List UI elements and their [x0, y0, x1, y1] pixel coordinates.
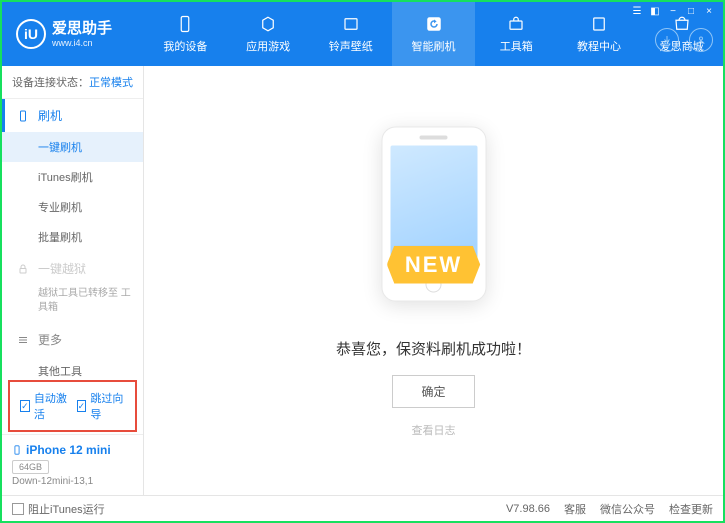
success-illustration: NEW — [339, 124, 529, 324]
new-ribbon: NEW — [387, 246, 480, 284]
download-icon[interactable] — [655, 28, 679, 52]
checkbox-label: 阻止iTunes运行 — [28, 501, 105, 517]
group-label: 一键越狱 — [38, 260, 86, 277]
more-icon — [16, 333, 30, 347]
device-model: Down-12mini-13,1 — [12, 476, 133, 487]
brand-logo-icon: iU — [16, 19, 46, 49]
nav-label: 智能刷机 — [412, 38, 456, 54]
sidebar-item-itunes[interactable]: iTunes刷机 — [2, 162, 143, 192]
nav-apps[interactable]: 应用游戏 — [227, 2, 310, 66]
group-jailbreak: 一键越狱 — [2, 252, 143, 285]
sidebar-item-oneclick[interactable]: 一键刷机 — [2, 132, 143, 162]
app-window: iU 爱思助手 www.i4.cn 我的设备 应用游戏 铃声壁纸 智能刷机 — [0, 0, 725, 523]
checkbox-icon — [12, 503, 24, 515]
refresh-icon — [424, 14, 444, 34]
maximize-icon[interactable]: □ — [683, 4, 699, 18]
checkbox-block-itunes[interactable]: 阻止iTunes运行 — [12, 501, 105, 517]
group-flash[interactable]: 刷机 — [2, 99, 143, 132]
brand-url: www.i4.cn — [52, 38, 112, 49]
footer: 阻止iTunes运行 V7.98.66 客服 微信公众号 检查更新 — [2, 495, 723, 521]
ok-button[interactable]: 确定 — [392, 375, 474, 408]
checkbox-label: 跳过向导 — [90, 390, 125, 422]
close-icon[interactable]: × — [701, 4, 717, 18]
highlighted-options: ✓自动激活 ✓跳过向导 — [8, 380, 137, 432]
brand: iU 爱思助手 www.i4.cn — [2, 2, 144, 66]
status-value: 正常模式 — [89, 77, 133, 89]
checkbox-label: 自动激活 — [34, 390, 69, 422]
nav-label: 铃声壁纸 — [329, 38, 373, 54]
wallpaper-icon — [341, 14, 361, 34]
apps-icon — [258, 14, 278, 34]
footer-link-support[interactable]: 客服 — [564, 501, 586, 517]
device-capacity: 64GB — [12, 460, 49, 474]
nav-label: 应用游戏 — [246, 38, 290, 54]
jailbreak-note: 越狱工具已转移至 工具箱 — [38, 287, 133, 315]
success-message: 恭喜您，保资料刷机成功啦！ — [336, 338, 531, 359]
checkbox-auto-activate[interactable]: ✓ 自动激活 — [20, 390, 69, 422]
version-label: V7.98.66 — [506, 503, 550, 515]
brand-title: 爱思助手 — [52, 20, 112, 38]
user-icon[interactable] — [689, 28, 713, 52]
phone-icon — [175, 14, 195, 34]
nav-label: 教程中心 — [577, 38, 621, 54]
body: 设备连接状态：正常模式 刷机 一键刷机 iTunes刷机 专业刷机 批量刷机 一… — [2, 66, 723, 495]
checkbox-icon: ✓ — [77, 400, 87, 412]
window-controls: ☰ ◧ − □ × — [623, 2, 723, 20]
phone-icon — [16, 109, 30, 123]
footer-link-update[interactable]: 检查更新 — [669, 501, 713, 517]
lock-icon — [16, 262, 30, 276]
header: iU 爱思助手 www.i4.cn 我的设备 应用游戏 铃声壁纸 智能刷机 — [2, 2, 723, 66]
header-right-icons — [655, 28, 713, 52]
toolbox-icon — [506, 14, 526, 34]
group-label: 更多 — [38, 331, 62, 348]
main-content: NEW 恭喜您，保资料刷机成功啦！ 确定 查看日志 — [144, 66, 723, 495]
sidebar-item-other-tools[interactable]: 其他工具 — [2, 356, 143, 378]
checkbox-icon: ✓ — [20, 400, 30, 412]
footer-link-wechat[interactable]: 微信公众号 — [600, 501, 655, 517]
nav-ringtones[interactable]: 铃声壁纸 — [309, 2, 392, 66]
checkbox-skip-guide[interactable]: ✓跳过向导 — [77, 390, 126, 422]
nav-label: 我的设备 — [163, 38, 207, 54]
phone-icon — [12, 443, 22, 457]
book-icon — [589, 14, 609, 34]
device-block[interactable]: iPhone 12 mini 64GB Down-12mini-13,1 — [2, 434, 143, 495]
minimize-icon[interactable]: − — [665, 4, 681, 18]
sidebar-item-pro[interactable]: 专业刷机 — [2, 192, 143, 222]
view-log-link[interactable]: 查看日志 — [412, 422, 456, 438]
nav-my-device[interactable]: 我的设备 — [144, 2, 227, 66]
menu-icon[interactable]: ☰ — [629, 4, 645, 18]
group-more[interactable]: 更多 — [2, 323, 143, 356]
nav-label: 工具箱 — [500, 38, 533, 54]
nav-toolbox[interactable]: 工具箱 — [475, 2, 558, 66]
skin-icon[interactable]: ◧ — [647, 4, 663, 18]
sidebar: 设备连接状态：正常模式 刷机 一键刷机 iTunes刷机 专业刷机 批量刷机 一… — [2, 66, 144, 495]
nav-flash[interactable]: 智能刷机 — [392, 2, 475, 66]
device-name: iPhone 12 mini — [12, 443, 133, 457]
group-label: 刷机 — [38, 107, 62, 124]
connection-status: 设备连接状态：正常模式 — [2, 66, 143, 99]
sidebar-item-batch[interactable]: 批量刷机 — [2, 222, 143, 252]
status-label: 设备连接状态： — [12, 77, 89, 89]
